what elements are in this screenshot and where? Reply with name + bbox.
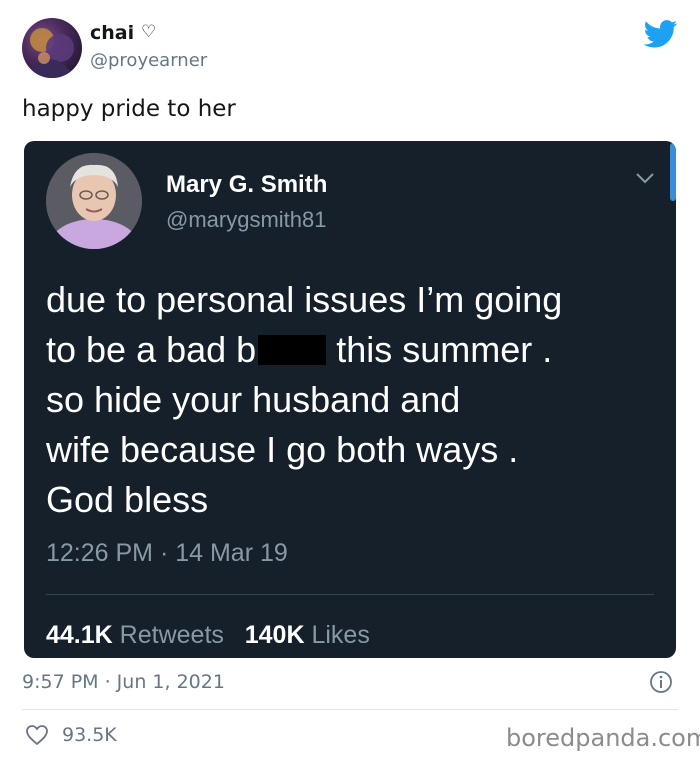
- embedded-timestamp: 12:26 PM · 14 Mar 19: [46, 539, 288, 567]
- text-line: wife because I go both ways .: [46, 429, 519, 470]
- scrollbar: [670, 143, 676, 201]
- twitter-bird-icon[interactable]: [644, 20, 678, 48]
- embedded-tweet-text: due to personal issues I’m going to be a…: [46, 275, 656, 525]
- text-line: so hide your husband and: [46, 379, 461, 420]
- text-fragment: this summer .: [336, 329, 553, 370]
- like-count[interactable]: 93.5K: [62, 724, 117, 746]
- redaction-box: [258, 335, 327, 365]
- embedded-stats: 44.1K Retweets 140K Likes: [46, 621, 370, 650]
- heart-icon[interactable]: [24, 723, 50, 747]
- retweets-count: 44.1K: [46, 621, 113, 649]
- embedded-author-handle: @marygsmith81: [166, 207, 327, 232]
- text-fragment: to be a bad b: [46, 329, 257, 370]
- text-line: God bless: [46, 479, 209, 520]
- text-line: due to personal issues I’m going: [46, 279, 563, 320]
- likes-count: 140K: [244, 621, 305, 649]
- avatar[interactable]: [22, 18, 82, 78]
- embedded-avatar: [46, 153, 142, 249]
- tweet-timestamp[interactable]: 9:57 PM · Jun 1, 2021: [22, 671, 225, 693]
- author-handle[interactable]: @proyearner: [90, 50, 207, 71]
- retweets-label: Retweets: [119, 621, 224, 649]
- divider: [22, 709, 678, 710]
- author-name[interactable]: chai: [90, 22, 134, 44]
- embedded-tweet-image: Mary G. Smith @marygsmith81 due to perso…: [24, 141, 676, 658]
- likes-label: Likes: [311, 621, 370, 649]
- heart-outline-icon: ♡: [141, 22, 157, 42]
- divider: [46, 594, 654, 595]
- chevron-down-icon: [636, 173, 654, 184]
- watermark: boredpanda.com: [506, 724, 700, 752]
- text-line: to be a bad b this summer .: [46, 325, 656, 375]
- info-icon[interactable]: [649, 670, 673, 694]
- tweet-text: happy pride to her: [22, 96, 236, 122]
- embedded-author-name: Mary G. Smith: [166, 171, 328, 198]
